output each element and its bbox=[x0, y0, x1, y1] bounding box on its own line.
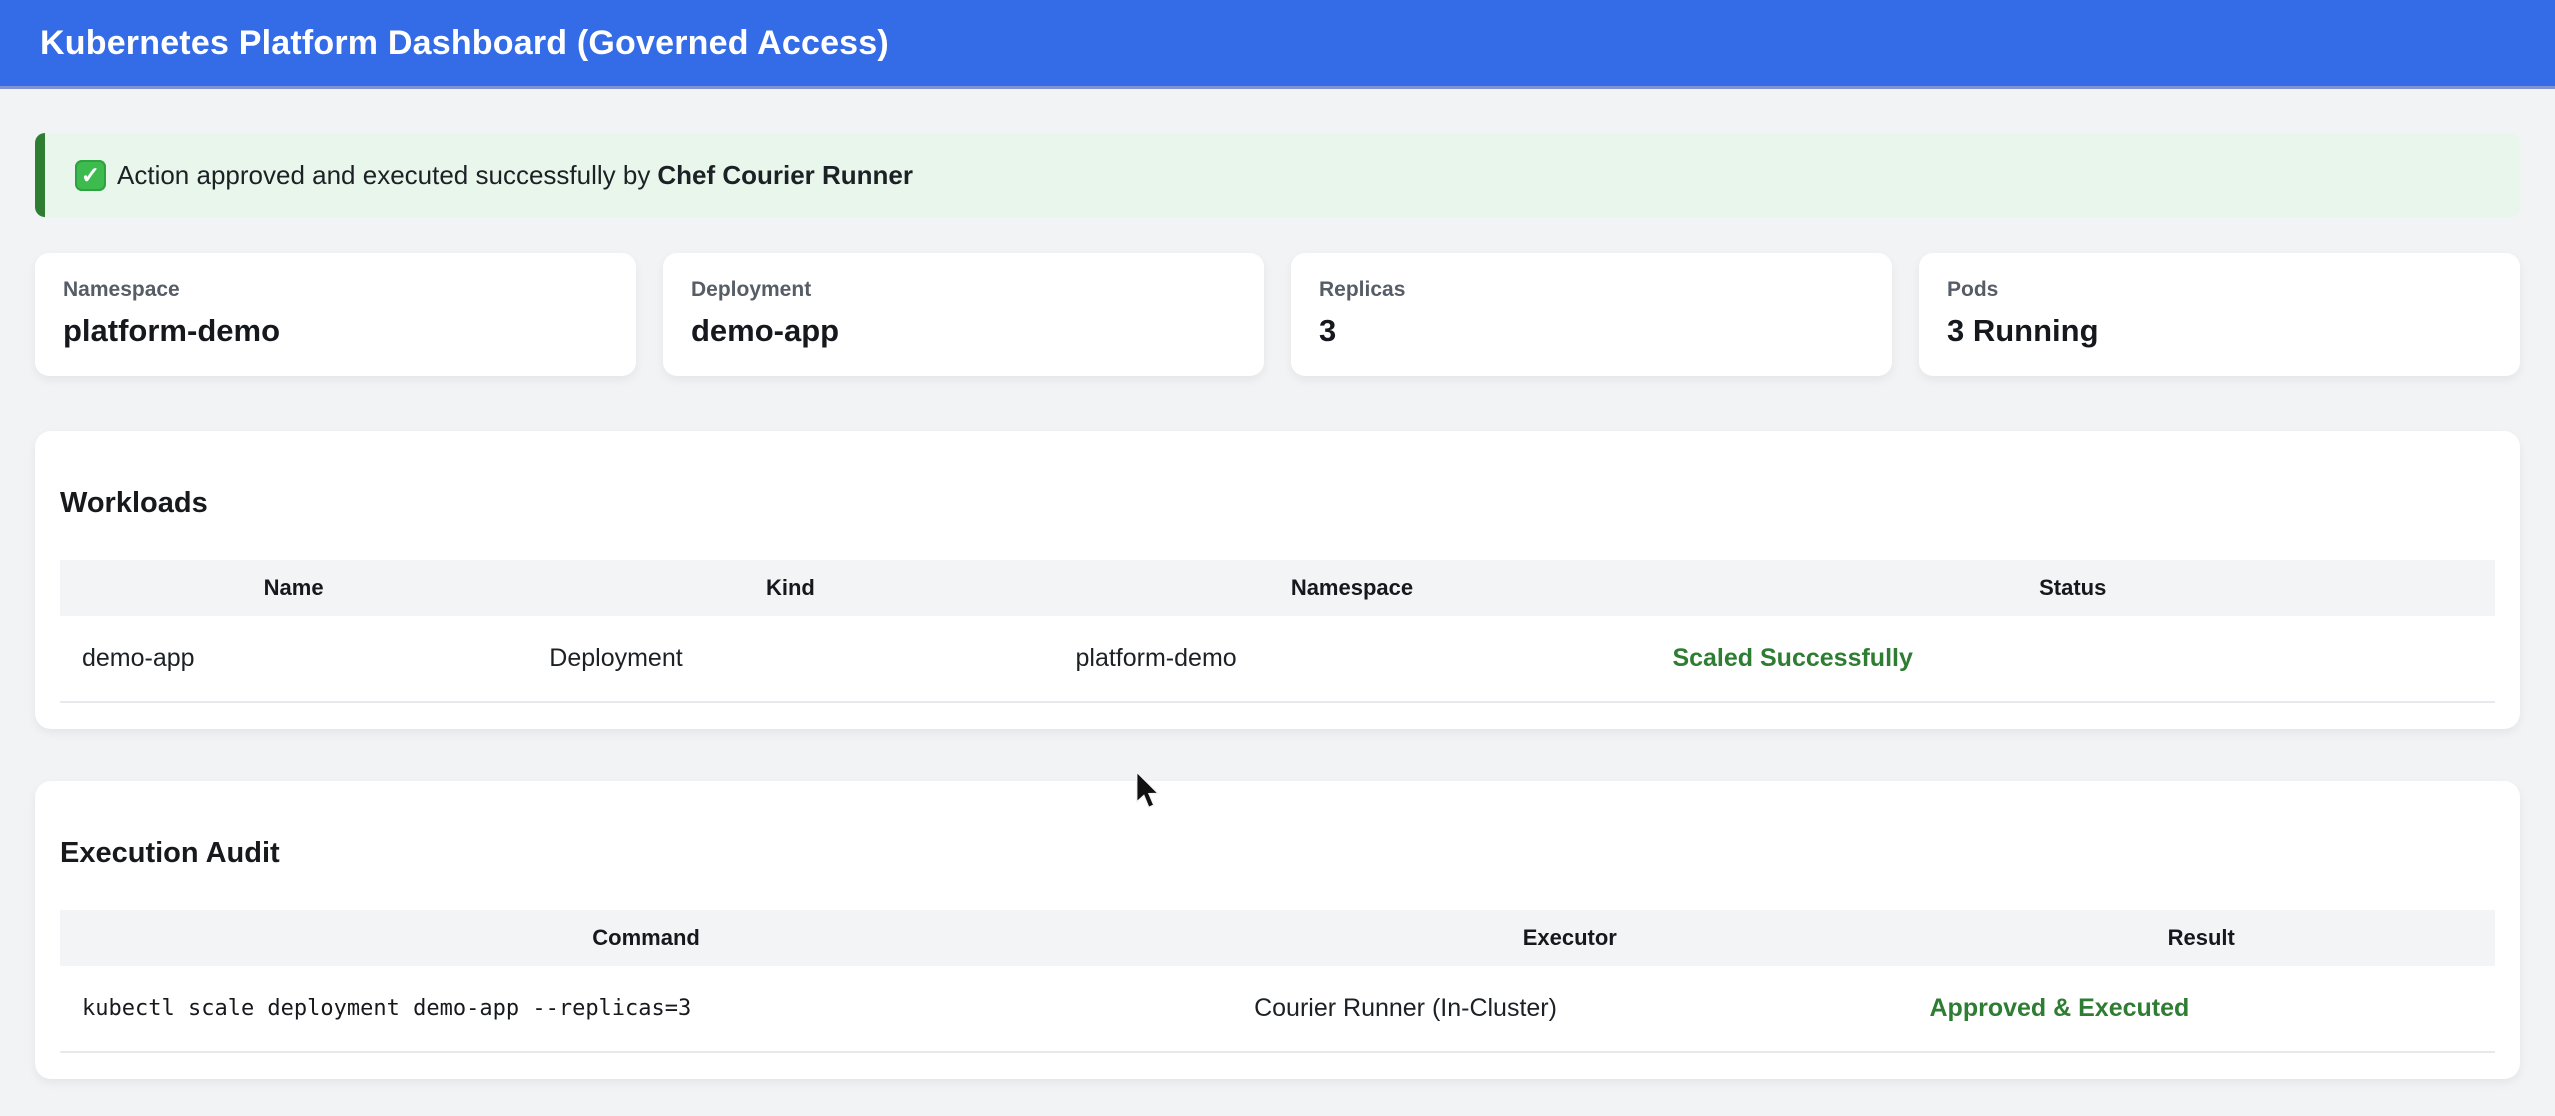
stat-value: 3 Running bbox=[1947, 313, 2492, 349]
col-header-kind: Kind bbox=[527, 560, 1053, 616]
col-header-namespace: Namespace bbox=[1054, 560, 1651, 616]
stat-card-replicas: Replicas 3 bbox=[1291, 253, 1892, 376]
execution-audit-panel: Execution Audit Command Executor Result … bbox=[35, 781, 2520, 1079]
audit-command-cell: kubectl scale deployment demo-app --repl… bbox=[60, 966, 1232, 1052]
stat-card-deployment: Deployment demo-app bbox=[663, 253, 1264, 376]
col-header-name: Name bbox=[60, 560, 527, 616]
execution-audit-table: Command Executor Result kubectl scale de… bbox=[60, 910, 2495, 1053]
stat-card-pods: Pods 3 Running bbox=[1919, 253, 2520, 376]
workload-kind-cell: Deployment bbox=[527, 616, 1053, 702]
audit-result-cell: Approved & Executed bbox=[1908, 966, 2496, 1052]
table-row: kubectl scale deployment demo-app --repl… bbox=[60, 966, 2495, 1052]
stat-label: Deployment bbox=[691, 278, 1236, 302]
table-row: demo-app Deployment platform-demo Scaled… bbox=[60, 616, 2495, 702]
alert-message: Action approved and executed successfull… bbox=[117, 160, 650, 191]
workloads-title: Workloads bbox=[60, 487, 2495, 520]
col-header-status: Status bbox=[1650, 560, 2495, 616]
execution-audit-title: Execution Audit bbox=[60, 837, 2495, 870]
stat-label: Namespace bbox=[63, 278, 608, 302]
stat-value: 3 bbox=[1319, 313, 1864, 349]
stat-value: demo-app bbox=[691, 313, 1236, 349]
stat-cards-row: Namespace platform-demo Deployment demo-… bbox=[35, 253, 2520, 376]
page-title: Kubernetes Platform Dashboard (Governed … bbox=[40, 24, 889, 63]
alert-actor: Chef Courier Runner bbox=[657, 160, 913, 191]
col-header-command: Command bbox=[60, 910, 1232, 966]
audit-executor-cell: Courier Runner (In-Cluster) bbox=[1232, 966, 1907, 1052]
workloads-header-row: Name Kind Namespace Status bbox=[60, 560, 2495, 616]
audit-header-row: Command Executor Result bbox=[60, 910, 2495, 966]
workloads-panel: Workloads Name Kind Namespace Status dem… bbox=[35, 431, 2520, 729]
main-content: ✓ Action approved and executed successfu… bbox=[0, 133, 2555, 1079]
check-mark-emoji-icon: ✓ bbox=[75, 160, 106, 191]
col-header-executor: Executor bbox=[1232, 910, 1907, 966]
col-header-result: Result bbox=[1908, 910, 2496, 966]
app-header: Kubernetes Platform Dashboard (Governed … bbox=[0, 0, 2555, 89]
workload-namespace-cell: platform-demo bbox=[1054, 616, 1651, 702]
workload-status-cell: Scaled Successfully bbox=[1650, 616, 2495, 702]
kubernetes-dashboard-screen: Kubernetes Platform Dashboard (Governed … bbox=[0, 0, 2555, 1116]
stat-value: platform-demo bbox=[63, 313, 608, 349]
success-alert: ✓ Action approved and executed successfu… bbox=[35, 133, 2520, 217]
stat-label: Replicas bbox=[1319, 278, 1864, 302]
workloads-table: Name Kind Namespace Status demo-app Depl… bbox=[60, 560, 2495, 703]
workload-name-cell: demo-app bbox=[60, 616, 527, 702]
stat-card-namespace: Namespace platform-demo bbox=[35, 253, 636, 376]
stat-label: Pods bbox=[1947, 278, 2492, 302]
